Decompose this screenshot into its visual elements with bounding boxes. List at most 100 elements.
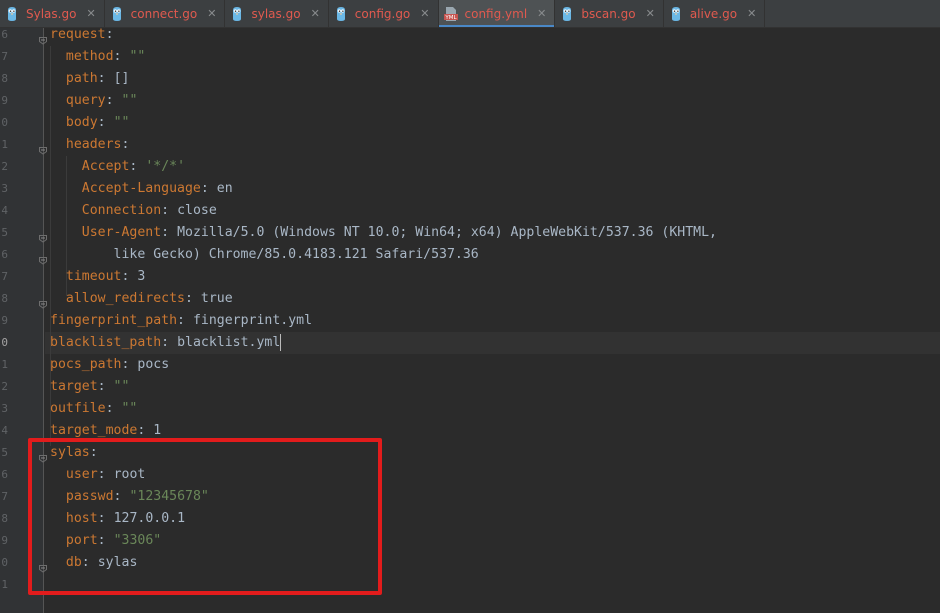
code-line: db: sylas: [65, 555, 138, 570]
line-number: 2: [1, 380, 8, 393]
yaml-value: true: [200, 291, 233, 306]
yaml-value: "": [113, 379, 130, 394]
yaml-key: port: [65, 533, 98, 548]
yaml-value: Mozilla/5.0 (Windows NT 10.0; Win64; x64…: [177, 225, 717, 240]
yaml-value: close: [177, 203, 217, 218]
yaml-key: body: [65, 115, 98, 130]
line-number: 1: [1, 138, 8, 151]
fold-marker-icon[interactable]: [38, 294, 48, 309]
fold-marker-icon[interactable]: [38, 140, 48, 155]
tab-bscan-go[interactable]: bscan.go ✕: [555, 0, 664, 27]
tab-config-yml[interactable]: YML config.yml ✕: [438, 0, 556, 27]
code-line: Accept: '*/*': [81, 159, 186, 174]
tab-alive-go[interactable]: alive.go ✕: [664, 0, 766, 27]
tab-label: sylas.go: [251, 6, 301, 21]
fold-marker-icon[interactable]: [38, 250, 48, 265]
fold-marker-icon[interactable]: [38, 448, 48, 463]
yaml-key: pocs_path: [50, 357, 122, 372]
fold-marker-icon[interactable]: [38, 228, 48, 243]
close-icon[interactable]: ✕: [747, 7, 756, 20]
line-number: 7: [1, 50, 8, 63]
line-number: 8: [1, 292, 8, 305]
code-line: allow_redirects: true: [65, 291, 233, 306]
yaml-value: "": [121, 93, 138, 108]
code-line: query: "": [65, 93, 138, 108]
code-line: port: "3306": [65, 533, 162, 548]
tab-sylas-go[interactable]: sylas.go ✕: [225, 0, 329, 27]
yaml-value: "": [121, 401, 138, 416]
code-line: body: "": [65, 115, 130, 130]
tab-label: config.yml: [464, 6, 528, 21]
line-number: 1: [1, 578, 8, 591]
go-file-icon: [109, 6, 125, 22]
line-number: 0: [1, 556, 8, 569]
code-editor[interactable]: request: method: "" path: [] query: "" b…: [45, 27, 940, 613]
yaml-value: sylas: [97, 555, 138, 570]
yaml-key: Accept-Language: [81, 181, 201, 196]
yaml-key: query: [65, 93, 106, 108]
tab-sylas-go[interactable]: Sylas.go ✕: [0, 0, 105, 27]
line-number: 5: [1, 446, 8, 459]
yaml-value: 3: [137, 269, 146, 284]
code-line: target: "": [50, 379, 130, 394]
yaml-key: user: [65, 467, 98, 482]
close-icon[interactable]: ✕: [311, 7, 320, 20]
tab-label: alive.go: [689, 6, 738, 21]
tab-label: connect.go: [130, 6, 198, 21]
line-number-gutter: 6 7 8 9 0 1 2 3 4 5 6 7 8 9 0 1 2 3 4 5 6 7 8 9 0 1: [0, 28, 44, 613]
yaml-key: target: [50, 379, 98, 394]
line-number: 6: [1, 248, 8, 261]
tab-label: Sylas.go: [26, 6, 77, 21]
yaml-value: []: [113, 71, 130, 86]
go-file-icon: [333, 6, 349, 22]
line-number: 5: [1, 226, 8, 239]
line-number: 3: [1, 182, 8, 195]
close-icon[interactable]: ✕: [646, 7, 655, 20]
code-line: pocs_path: pocs: [50, 357, 170, 372]
fold-marker-icon[interactable]: [38, 558, 48, 573]
yaml-value: pocs: [137, 357, 170, 372]
yaml-key: allow_redirects: [65, 291, 185, 306]
close-icon[interactable]: ✕: [86, 7, 95, 20]
code-line: target_mode: 1: [50, 423, 162, 438]
line-number: 8: [1, 72, 8, 85]
yaml-value: root: [113, 467, 146, 482]
yaml-key: Accept: [81, 159, 130, 174]
line-number: 7: [1, 270, 8, 283]
yaml-value: 127.0.0.1: [113, 511, 186, 526]
fold-marker-icon[interactable]: [38, 30, 48, 45]
code-line: passwd: "12345678": [65, 489, 209, 504]
yaml-key: host: [65, 511, 98, 526]
code-line: method: "": [65, 49, 146, 64]
line-number: 2: [1, 160, 8, 173]
close-icon[interactable]: ✕: [207, 7, 216, 20]
close-icon[interactable]: ✕: [420, 7, 429, 20]
yaml-value: 1: [153, 423, 162, 438]
yaml-value: '*/*': [145, 159, 186, 174]
yaml-key: fingerprint_path: [50, 313, 178, 328]
line-number: 8: [1, 512, 8, 525]
code-line: fingerprint_path: fingerprint.yml: [50, 313, 313, 328]
yaml-key: sylas: [50, 445, 90, 460]
yaml-continuation: like Gecko) Chrome/85.0.4183.121 Safari/…: [50, 247, 479, 262]
text-caret: [280, 333, 282, 351]
yaml-value: fingerprint.yml: [192, 313, 313, 328]
yaml-key: path: [65, 71, 98, 86]
tab-config-go[interactable]: config.go ✕: [329, 0, 439, 27]
yaml-file-icon: YML: [443, 6, 459, 22]
svg-text:YML: YML: [444, 15, 457, 21]
yaml-key: method: [65, 49, 114, 64]
code-line: User-Agent: Mozilla/5.0 (Windows NT 10.0…: [81, 225, 717, 240]
yaml-value: en: [216, 181, 233, 196]
yaml-value: blacklist.yml: [177, 335, 281, 350]
line-number: 6: [1, 28, 8, 41]
yaml-key: outfile: [50, 401, 106, 416]
close-icon[interactable]: ✕: [537, 7, 546, 20]
go-file-icon: [4, 6, 20, 22]
yaml-value: "3306": [113, 533, 162, 548]
go-file-icon: [668, 6, 684, 22]
line-number: 7: [1, 490, 8, 503]
tab-connect-go[interactable]: connect.go ✕: [105, 0, 226, 27]
line-number: 6: [1, 468, 8, 481]
editor-tab-bar: Sylas.go ✕ connect.go ✕ sylas.go ✕ config.go ✕ Y…: [0, 0, 940, 28]
